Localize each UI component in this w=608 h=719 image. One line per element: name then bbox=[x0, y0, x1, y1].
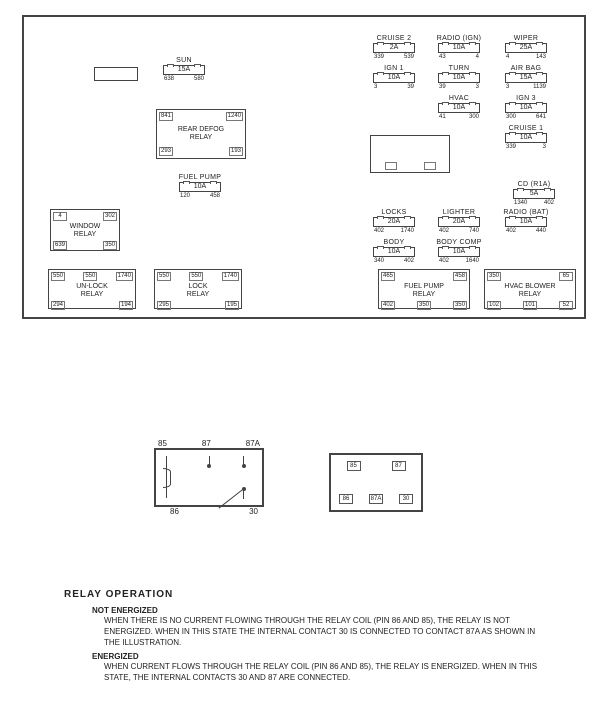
relay-fuelpump: 465458 FUEL PUMP RELAY 402350350 bbox=[378, 269, 470, 309]
fuse-box: 15A bbox=[163, 65, 205, 75]
pin-85-label: 85 bbox=[158, 439, 167, 448]
fuse-cruise2: CRUISE 2 2A 339539 bbox=[364, 35, 424, 60]
relay-schematic-area: 85 87 87A 86 30 85 87 86 bbox=[24, 439, 584, 559]
relay-window: 4302 WINDOW RELAY 639350 bbox=[50, 209, 120, 251]
fuse-label: SUN bbox=[154, 57, 214, 64]
coil-icon bbox=[166, 456, 175, 498]
not-energized-body: WHEN THERE IS NO CURRENT FLOWING THROUGH… bbox=[104, 615, 544, 648]
schematic-box bbox=[154, 448, 264, 507]
fuse-radio-bat: RADIO (BAT) 10A 402440 bbox=[496, 209, 556, 234]
pin-30-label: 30 bbox=[249, 507, 258, 516]
not-energized-title: NOT ENERGIZED bbox=[92, 606, 544, 615]
blank-slot-2 bbox=[370, 135, 450, 173]
fuse-cruise1: CRUISE 1 10A 3393 bbox=[496, 125, 556, 150]
fuse-cd-r1a: CD (R1A) 5A 1340402 bbox=[504, 181, 564, 206]
relay-operation-text: RELAY OPERATION NOT ENERGIZED WHEN THERE… bbox=[64, 589, 544, 683]
fuse-airbag: AIR BAG 15A 31139 bbox=[496, 65, 556, 90]
fuse-body-comp: BODY COMP 10A 4021640 bbox=[429, 239, 489, 264]
relay-unlock: 5505501740 UN-LOCK RELAY 294194 bbox=[48, 269, 136, 309]
relay-lock: 5505501740 LOCK RELAY 295195 bbox=[154, 269, 242, 309]
fuse-ign1: IGN 1 10A 339 bbox=[364, 65, 424, 90]
operation-title: RELAY OPERATION bbox=[64, 589, 544, 600]
fuse-wiper: WIPER 25A 4143 bbox=[496, 35, 556, 60]
socket-pin: 85 bbox=[347, 461, 361, 471]
pin-86-label: 86 bbox=[170, 507, 179, 516]
fuse-locks: LOCKS 20A 4021740 bbox=[364, 209, 424, 234]
fuse-fuelpump: FUEL PUMP 10A 120458 bbox=[170, 174, 230, 199]
fuse-sun: SUN 15A 638580 bbox=[154, 57, 214, 82]
fuse-lighter: LIGHTER 20A 402740 bbox=[429, 209, 489, 234]
socket-pin: 30 bbox=[399, 494, 413, 504]
energized-title: ENERGIZED bbox=[92, 652, 544, 661]
fuse-turn: TURN 10A 393 bbox=[429, 65, 489, 90]
socket-pin: 87A bbox=[369, 494, 383, 504]
pin-87-label: 87 bbox=[202, 439, 211, 448]
relay-socket-diagram: 85 87 86 87A 30 bbox=[329, 453, 423, 512]
fuse-body: BODY 10A 340402 bbox=[364, 239, 424, 264]
blank-slot-1 bbox=[94, 67, 138, 81]
fuse-ign3: IGN 3 10A 300641 bbox=[496, 95, 556, 120]
relay-hvac-blower: 35065 HVAC BLOWER RELAY 10210152 bbox=[484, 269, 576, 309]
fuse-hvac: HVAC 10A 41300 bbox=[429, 95, 489, 120]
fuse-relay-panel: SUN 15A 638580 CRUISE 2 2A 339539 RADIO … bbox=[22, 15, 586, 319]
relay-rear-defog: 8411240 REAR DEFOG RELAY 293193 bbox=[156, 109, 246, 159]
socket-pin: 87 bbox=[392, 461, 406, 471]
pin-87a-label: 87A bbox=[246, 439, 260, 448]
fuse-radio-ign: RADIO (IGN) 10A 434 bbox=[429, 35, 489, 60]
relay-internal-schematic: 85 87 87A 86 30 bbox=[154, 439, 264, 516]
energized-body: WHEN CURRENT FLOWS THROUGH THE RELAY COI… bbox=[104, 661, 544, 683]
contacts-icon bbox=[201, 456, 252, 499]
socket-pin: 86 bbox=[339, 494, 353, 504]
